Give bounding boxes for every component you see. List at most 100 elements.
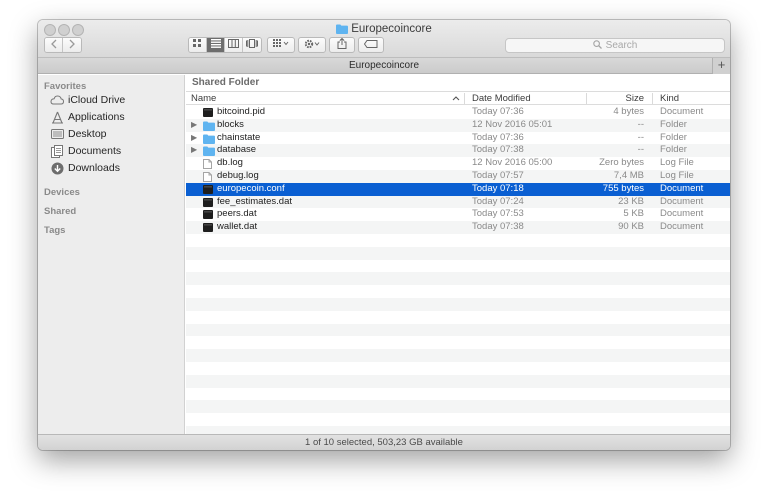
icon-view-button[interactable]	[189, 38, 207, 52]
downloads-icon	[50, 161, 64, 175]
search-input[interactable]: Search	[505, 38, 725, 53]
column-header-size[interactable]: Size	[586, 93, 644, 104]
empty-row	[186, 400, 730, 414]
file-kind: Document	[660, 106, 704, 117]
status-text: 1 of 10 selected, 503,23 GB available	[305, 437, 463, 448]
tags-button[interactable]	[358, 37, 384, 53]
file-row[interactable]: debug.log Today 07:57 7,4 MB Log File	[186, 169, 730, 183]
column-view-icon	[228, 39, 239, 51]
file-size: 90 KB	[618, 221, 644, 233]
view-mode-selector	[188, 37, 262, 53]
file-name: db.log	[217, 157, 243, 169]
file-list: bitcoind.pid Today 07:36 4 bytes Document ▶ b…	[186, 106, 730, 434]
empty-row	[186, 413, 730, 426]
chevron-left-icon	[50, 39, 58, 52]
title-bar: Europecoincore Search	[38, 20, 730, 58]
file-size: 5 KB	[623, 208, 644, 220]
file-size: 7,4 MB	[613, 169, 644, 181]
file-date-modified: Today 07:18	[472, 182, 524, 194]
plus-icon: +	[717, 57, 726, 72]
file-size: Zero bytes	[599, 157, 644, 169]
column-header-row: Name Date Modified Size Kind	[186, 91, 730, 105]
file-date-modified: 12 Nov 2016 05:01	[472, 118, 553, 130]
sidebar-item-icloud-drive[interactable]: iCloud Drive	[50, 92, 125, 108]
file-kind: Document	[660, 182, 704, 194]
sidebar-item-label: Downloads	[68, 162, 120, 174]
navigation-buttons	[44, 37, 82, 53]
file-kind: Folder	[660, 144, 687, 156]
empty-row	[186, 297, 730, 311]
sidebar-item-applications[interactable]: Applications	[50, 109, 125, 125]
file-name: wallet.dat	[217, 221, 258, 233]
documents-icon	[50, 144, 64, 158]
file-row[interactable]: ▶ blocks 12 Nov 2016 05:01 -- Folder	[186, 118, 730, 132]
file-size: 4 bytes	[613, 106, 644, 117]
empty-row	[186, 285, 730, 298]
file-size: --	[637, 118, 644, 130]
file-row[interactable]: peers.dat Today 07:53 5 KB Document	[186, 208, 730, 221]
sidebar-item-label: Documents	[68, 145, 122, 157]
file-date-modified: Today 07:36	[472, 106, 524, 117]
cloud-icon	[50, 93, 64, 107]
sidebar-section-tags: Tags	[44, 225, 66, 236]
cover-flow-button[interactable]	[243, 38, 261, 52]
share-button[interactable]	[329, 37, 355, 53]
column-view-button[interactable]	[225, 38, 243, 52]
back-button[interactable]	[45, 38, 63, 52]
file-name: bitcoind.pid	[217, 106, 266, 117]
file-date-modified: Today 07:53	[472, 208, 524, 220]
file-row[interactable]: wallet.dat Today 07:38 90 KB Document	[186, 221, 730, 234]
file-date-modified: Today 07:57	[472, 169, 524, 181]
file-name: fee_estimates.dat	[217, 195, 292, 207]
file-kind: Folder	[660, 131, 687, 143]
file-name: database	[217, 144, 257, 156]
file-row[interactable]: fee_estimates.dat Today 07:24 23 KB Documen…	[186, 195, 730, 209]
column-header-date[interactable]: Date Modified	[472, 93, 531, 104]
file-row[interactable]: ▶ chainstate Today 07:36 -- Folder	[186, 132, 730, 145]
tab-bar: Europecoincore +	[38, 58, 730, 74]
gear-icon	[304, 39, 321, 52]
column-divider[interactable]	[464, 93, 465, 104]
sidebar-item-desktop[interactable]: Desktop	[50, 126, 107, 142]
file-kind: Log File	[660, 157, 694, 169]
disclosure-triangle-icon[interactable]: ▶	[191, 132, 197, 145]
column-header-name[interactable]: Name	[191, 93, 216, 104]
file-kind: Document	[660, 208, 704, 220]
file-name: europecoin.conf	[217, 182, 285, 194]
desktop-icon	[50, 127, 64, 141]
icon-view-icon	[193, 39, 202, 51]
file-size: --	[637, 131, 644, 143]
folder-icon	[336, 24, 349, 37]
sidebar-item-documents[interactable]: Documents	[50, 143, 121, 159]
file-kind: Document	[660, 221, 704, 233]
action-button[interactable]	[298, 37, 326, 53]
disclosure-triangle-icon[interactable]: ▶	[191, 119, 197, 132]
new-tab-button[interactable]: +	[712, 58, 730, 74]
folder-header: Shared Folder	[192, 77, 260, 88]
search-placeholder: Search	[605, 40, 638, 51]
file-row[interactable]: bitcoind.pid Today 07:36 4 bytes Document	[186, 106, 730, 119]
file-row[interactable]: europecoin.conf Today 07:18 755 bytes Docum…	[186, 182, 730, 196]
sidebar-item-downloads[interactable]: Downloads	[50, 160, 120, 176]
file-kind: Document	[660, 195, 704, 207]
file-row[interactable]: ▶ database Today 07:38 -- Folder	[186, 144, 730, 158]
empty-row	[186, 388, 730, 401]
disclosure-triangle-icon[interactable]: ▶	[191, 144, 197, 157]
sidebar-section-favorites: Favorites	[44, 81, 87, 92]
empty-row	[186, 349, 730, 362]
sidebar-item-label: iCloud Drive	[68, 94, 126, 106]
tab-title[interactable]: Europecoincore	[349, 60, 419, 71]
sidebar: Favorites iCloud Drive Applications Desk…	[38, 75, 185, 434]
window-title: Europecoincore	[38, 23, 730, 37]
arrange-button[interactable]	[267, 37, 295, 53]
file-date-modified: Today 07:24	[472, 195, 524, 207]
column-header-kind[interactable]: Kind	[660, 93, 679, 104]
sidebar-section-devices: Devices	[44, 187, 80, 198]
empty-row	[186, 272, 730, 286]
file-row[interactable]: db.log 12 Nov 2016 05:00 Zero bytes Log Fil…	[186, 157, 730, 170]
chevron-right-icon	[68, 39, 76, 52]
forward-button[interactable]	[63, 38, 81, 52]
file-date-modified: Today 07:38	[472, 221, 524, 233]
list-view-button[interactable]	[207, 38, 225, 52]
column-divider[interactable]	[652, 93, 653, 104]
